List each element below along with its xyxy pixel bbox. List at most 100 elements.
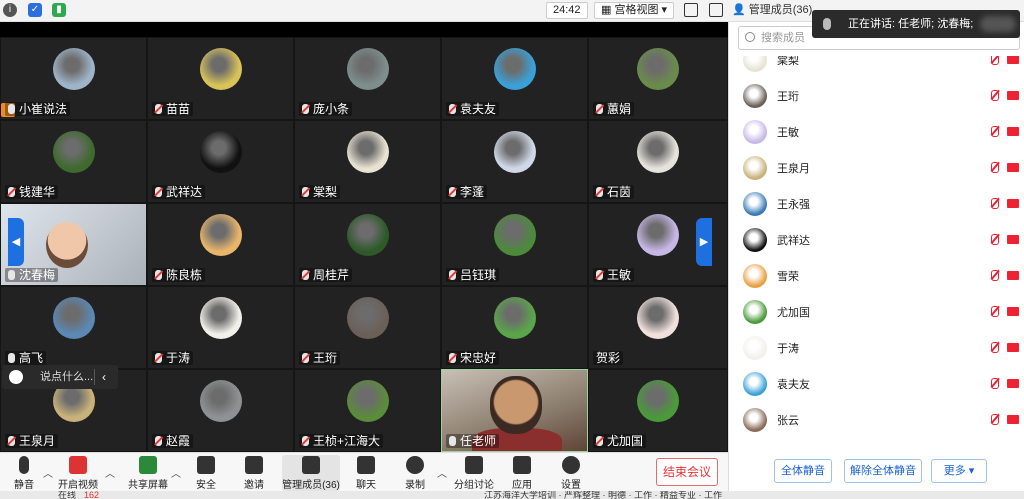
video-off-icon[interactable] [1007,91,1019,100]
mic-muted-icon[interactable] [991,90,999,101]
member-row[interactable]: 袁夫友 [729,366,1024,402]
video-off-icon[interactable] [1007,127,1019,136]
participant-tile[interactable]: 袁夫友 [441,37,588,120]
member-row[interactable]: 张云 [729,402,1024,438]
participant-tile[interactable]: 赵霞 [147,369,294,452]
participant-tile[interactable]: 王珩 [294,286,441,369]
participant-tile[interactable]: 高飞 [0,286,147,369]
settings-button[interactable]: 设置 [547,455,595,491]
mic-muted-icon[interactable] [991,234,999,245]
participant-tile[interactable]: 武祥达 [147,120,294,203]
video-off-icon[interactable] [1007,56,1019,64]
unmute-all-button[interactable]: 解除全体静音 [844,459,922,483]
mute-button[interactable]: 静音 [0,455,48,491]
video-off-icon[interactable] [1007,163,1019,172]
share-screen-button[interactable]: 共享屏幕 [124,455,172,491]
video-off-icon[interactable] [1007,415,1019,424]
participant-tile[interactable]: 石茵 [588,120,728,203]
notice-text: 江苏海洋大学培训 · 严辉整理 · 明德 · 工作 · 精益专业 · 工作 [484,491,722,499]
mute-options-caret[interactable]: ︿ [43,465,53,480]
signal-icon[interactable]: ▮ [52,3,66,17]
participant-tile[interactable]: 苗苗 [147,37,294,120]
mic-muted-icon[interactable] [991,198,999,209]
member-row[interactable]: 雪荣 [729,258,1024,294]
video-off-icon[interactable] [1007,235,1019,244]
record-options-caret[interactable]: ︿ [437,465,447,480]
more-button[interactable]: 更多 ▾ [931,459,987,483]
microphone-icon [823,18,831,30]
participant-tile[interactable]: 贺彩 [588,286,728,369]
video-off-icon[interactable] [1007,307,1019,316]
collapse-chat-icon[interactable]: ‹ [102,365,106,389]
video-off-icon[interactable] [1007,343,1019,352]
avatar [493,214,536,256]
participant-tile[interactable]: 陈良栋 [147,203,294,286]
member-name: 张云 [777,415,799,427]
mic-muted-icon[interactable] [991,342,999,353]
video-options-caret[interactable]: ︿ [105,465,115,480]
end-meeting-button[interactable]: 结束会议 [656,458,718,486]
mic-muted-icon[interactable] [991,162,999,173]
participant-video [46,222,88,268]
participant-tile[interactable]: 任老师 [441,369,588,452]
record-button[interactable]: 录制 [391,455,439,491]
participant-tile[interactable]: 尤加国 [588,369,728,452]
mic-muted-icon [449,187,456,197]
mute-all-button[interactable]: 全体静音 [774,459,832,483]
member-row[interactable]: 王珩 [729,78,1024,114]
member-row[interactable]: 王永强 [729,186,1024,222]
member-row[interactable]: 王敏 [729,114,1024,150]
apps-button[interactable]: 应用 [498,455,546,491]
invite-button[interactable]: 邀请 [230,455,278,491]
panel-toggle-icon[interactable] [709,3,723,17]
participant-tile[interactable]: 吕钰琪 [441,203,588,286]
member-row[interactable]: 棠梨 [729,56,1024,78]
breakout-button[interactable]: 分组讨论 [450,455,498,491]
mic-muted-icon[interactable] [991,126,999,137]
participant-tile[interactable]: 小崔说法 [0,37,147,120]
emoji-icon[interactable] [9,370,23,384]
shield-icon[interactable]: ✓ [28,3,42,17]
mic-muted-icon [155,187,162,197]
share-options-caret[interactable]: ︿ [171,465,181,480]
participant-tile[interactable]: 庞小条 [294,37,441,120]
speaking-indicator: 正在讲话: 任老师; 沈春梅; [812,10,1020,38]
participant-tile[interactable]: 棠梨 [294,120,441,203]
mic-muted-icon[interactable] [991,378,999,389]
participant-tile[interactable]: 蕙娟 [588,37,728,120]
mic-muted-icon[interactable] [991,306,999,317]
security-button[interactable]: 安全 [182,455,230,491]
participant-name: 王敏 [593,268,635,282]
participant-name: 棠梨 [299,185,341,199]
mic-muted-icon[interactable] [991,270,999,281]
video-off-icon[interactable] [1007,271,1019,280]
chat-button[interactable]: 聊天 [342,455,390,491]
video-off-icon[interactable] [1007,379,1019,388]
avatar [637,214,679,256]
participant-name: 庞小条 [299,102,353,116]
participant-tile[interactable]: 王桢+江海大 [294,369,441,452]
info-icon[interactable]: i [3,3,17,17]
member-row[interactable]: 武祥达 [729,222,1024,258]
chat-input[interactable]: 说点什么... ‹ [2,365,118,389]
avatar [346,380,389,422]
mic-muted-icon[interactable] [991,56,999,65]
member-row[interactable]: 王泉月 [729,150,1024,186]
participant-tile[interactable]: 李蓬 [441,120,588,203]
participant-tile[interactable]: 钱建华 [0,120,147,203]
participant-tile[interactable]: 周桂芹 [294,203,441,286]
member-row[interactable]: 尤加国 [729,294,1024,330]
member-name: 王永强 [777,199,810,211]
participant-tile[interactable]: 于涛 [147,286,294,369]
video-off-icon[interactable] [1007,199,1019,208]
start-video-button[interactable]: 开启视频 [54,455,102,491]
prev-page-arrow[interactable]: ◀ [8,218,24,266]
fullscreen-icon[interactable] [684,3,698,17]
mic-muted-icon[interactable] [991,414,999,425]
mic-muted-icon [302,187,309,197]
next-page-arrow[interactable]: ▶ [696,218,712,266]
view-mode-button[interactable]: ▦ 宫格视图 ▾ [594,2,675,19]
manage-members-button[interactable]: 管理成员(36) [282,455,340,491]
member-row[interactable]: 于涛 [729,330,1024,366]
participant-tile[interactable]: 宋忠好 [441,286,588,369]
